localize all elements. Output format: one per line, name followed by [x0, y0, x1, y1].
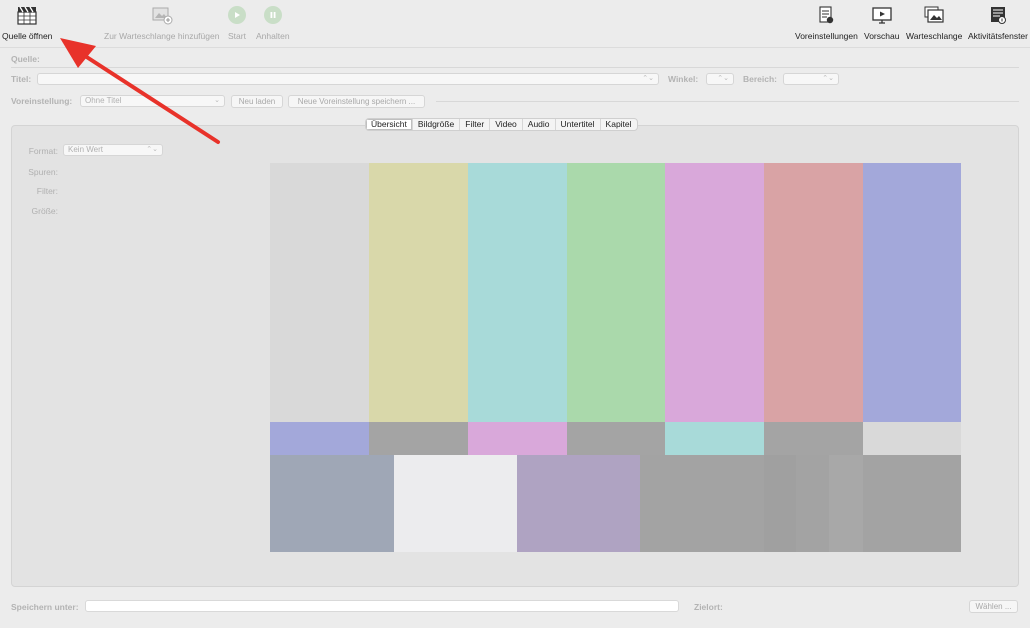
tab-overview[interactable]: Übersicht [366, 119, 413, 130]
stepper-arrows-icon: ⌃⌄ [642, 75, 654, 82]
color-bar [369, 422, 468, 455]
stepper-arrows-icon: ⌃⌄ [822, 75, 834, 82]
preview-label: Vorschau [864, 31, 900, 41]
color-bar [764, 422, 863, 455]
tab-filters[interactable]: Filter [460, 119, 491, 130]
color-bar [863, 422, 961, 455]
presets-label: Voreinstellungen [795, 31, 858, 41]
range-select[interactable]: ⌃⌄ [783, 73, 839, 85]
color-bar [665, 422, 764, 455]
reload-button[interactable]: Neu laden [231, 95, 283, 108]
start-label: Start [228, 31, 246, 41]
color-bar [468, 422, 567, 455]
stepper-arrows-icon: ⌃⌄ [717, 75, 729, 82]
add-image-icon [151, 4, 173, 26]
presets-icon [817, 4, 835, 26]
pause-button[interactable]: Anhalten [256, 4, 290, 41]
queue-button[interactable]: Warteschlange [906, 4, 962, 41]
preview-placeholder-image [270, 163, 961, 552]
activity-label: Aktivitätsfenster [968, 31, 1028, 41]
choose-destination-button[interactable]: Wählen ... [969, 600, 1018, 613]
divider [11, 67, 1019, 68]
destination-label: Zielort: [694, 602, 723, 612]
color-bar [863, 163, 961, 422]
toolbar: Quelle öffnen Zur Warteschlange hinzufüg… [0, 0, 1030, 48]
start-button[interactable]: Start [228, 4, 246, 41]
stepper-arrows-icon: ⌃⌄ [146, 146, 158, 153]
preset-value: Ohne Titel [85, 96, 122, 105]
filters-label: Filter: [36, 186, 58, 196]
range-label: Bereich: [743, 74, 778, 84]
clapperboard-icon [16, 4, 38, 26]
title-select[interactable]: ⌃⌄ [37, 73, 659, 85]
color-bar [764, 455, 796, 552]
color-bar [394, 455, 517, 552]
color-bar [863, 455, 961, 552]
color-bar [270, 163, 369, 422]
color-bar [829, 455, 863, 552]
color-bar [665, 163, 764, 422]
tab-audio[interactable]: Audio [523, 119, 556, 130]
color-bar [764, 163, 863, 422]
color-bar [796, 455, 829, 552]
color-bar [369, 163, 468, 422]
color-bar [567, 422, 665, 455]
tab-video[interactable]: Video [490, 119, 523, 130]
chevron-down-icon: ⌄ [214, 97, 220, 104]
angle-select[interactable]: ⌃⌄ [706, 73, 734, 85]
angle-label: Winkel: [668, 74, 699, 84]
tab-bar: Übersicht Bildgröße Filter Video Audio U… [365, 118, 638, 131]
color-bar [640, 455, 764, 552]
preset-label: Voreinstellung: [11, 96, 73, 106]
preset-select[interactable]: Ohne Titel ⌄ [80, 95, 225, 107]
presets-button[interactable]: Voreinstellungen [795, 4, 858, 41]
color-bar [270, 422, 369, 455]
monitor-icon [871, 4, 893, 26]
open-source-button[interactable]: Quelle öffnen [2, 4, 52, 41]
format-value: Kein Wert [68, 145, 103, 154]
source-label: Quelle: [11, 54, 40, 64]
size-label: Größe: [31, 206, 58, 216]
save-as-field[interactable] [85, 600, 679, 612]
save-new-preset-button[interactable]: Neue Voreinstellung speichern ... [288, 95, 425, 108]
queue-label: Warteschlange [906, 31, 963, 41]
pause-icon [263, 4, 282, 26]
tab-dimensions[interactable]: Bildgröße [413, 119, 461, 130]
preview-button[interactable]: Vorschau [864, 4, 899, 41]
tab-subtitles[interactable]: Untertitel [556, 119, 601, 130]
color-bar [270, 455, 394, 552]
pause-label: Anhalten [256, 31, 290, 41]
color-bar [517, 455, 640, 552]
color-bar [567, 163, 665, 422]
open-source-label: Quelle öffnen [2, 31, 53, 41]
activity-button[interactable]: Aktivitätsfenster [968, 4, 1028, 41]
queue-icon [923, 4, 945, 26]
add-to-queue-button[interactable]: Zur Warteschlange hinzufügen [104, 4, 219, 41]
divider [436, 101, 1019, 102]
save-as-label: Speichern unter: [11, 602, 79, 612]
title-label: Titel: [11, 74, 32, 84]
format-select[interactable]: Kein Wert ⌃⌄ [63, 144, 163, 156]
tracks-label: Spuren: [28, 167, 58, 177]
color-bar [468, 163, 567, 422]
add-to-queue-label: Zur Warteschlange hinzufügen [104, 31, 220, 41]
tab-chapters[interactable]: Kapitel [601, 119, 637, 130]
play-icon [228, 4, 246, 26]
format-label: Format: [28, 146, 58, 156]
activity-log-icon [988, 4, 1008, 26]
